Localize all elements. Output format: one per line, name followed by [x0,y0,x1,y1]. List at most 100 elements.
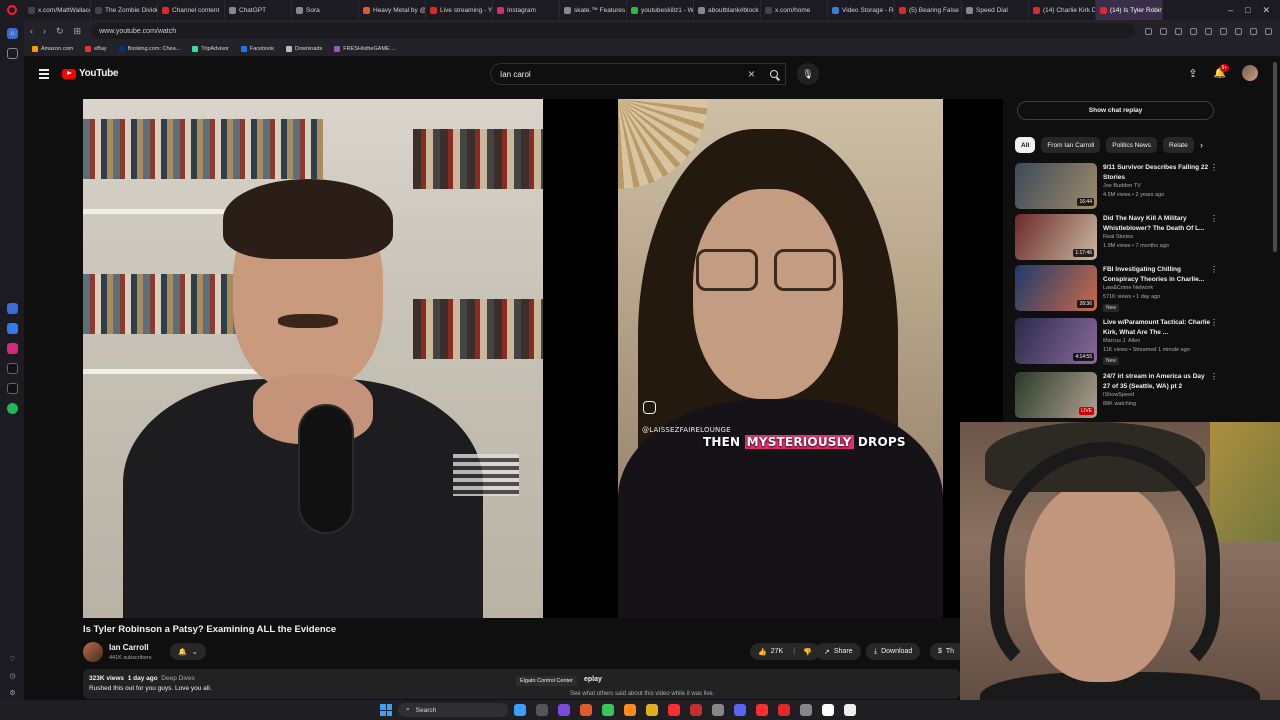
notifications-button[interactable]: 🔔 9+ [1214,63,1230,79]
taskbar-app-icon[interactable] [536,704,548,716]
recommended-channel[interactable]: IShowSpeed [1103,392,1134,398]
bookmark-item[interactable]: eBay [85,46,107,52]
bookmark-item[interactable]: Amazon.com [32,46,73,52]
filter-chip[interactable]: All [1015,137,1036,153]
video-thumbnail[interactable]: 16:44 [1015,163,1097,209]
spotify-icon[interactable] [7,403,18,414]
menu-icon[interactable] [39,69,49,81]
browser-tab[interactable]: Sora [292,0,359,20]
browser-tab[interactable]: Live streaming - Yo [426,0,493,20]
minimize-icon[interactable]: – [1228,5,1233,16]
opera-logo-icon[interactable] [0,0,24,20]
taskbar-app-icon[interactable] [690,704,702,716]
extension-icon[interactable] [1235,27,1242,35]
recommended-video[interactable]: 16:44 9/11 Survivor Describes Falling 22 … [1015,163,1265,211]
thumbs-down-icon[interactable]: 👎 [803,648,812,656]
browser-tab[interactable]: x.com/MattWallace [24,0,91,20]
extension-icon[interactable] [1265,27,1272,35]
browser-tab[interactable]: aboutblank#block [694,0,761,20]
taskbar-app-icon[interactable] [822,704,834,716]
back-icon[interactable]: ‹ [30,26,33,36]
like-button[interactable]: 👍 27K | 👎 [750,643,820,660]
reload-icon[interactable]: ↻ [56,26,64,37]
taskbar-app-icon[interactable] [778,704,790,716]
clear-search-icon[interactable]: × [748,67,755,81]
chevron-right-icon[interactable]: › [1200,140,1203,150]
taskbar-app-icon[interactable] [558,704,570,716]
bookmark-item[interactable]: FRESHistheGAME ... [334,46,396,52]
more-options-icon[interactable]: ⋮ [1210,214,1218,223]
browser-tab[interactable]: Channel content [158,0,225,20]
recommended-title[interactable]: Live w/Paramount Tactical: Charlie Kirk,… [1103,318,1211,337]
bookmark-item[interactable]: Facebook [240,46,274,52]
search-button[interactable] [762,63,786,85]
taskbar-app-icon[interactable] [756,704,768,716]
instagram-icon[interactable] [7,343,18,354]
recommended-title[interactable]: Did The Navy Kill A Military Whistleblow… [1103,214,1211,233]
scrollbar[interactable] [1273,62,1277,252]
recommended-video[interactable]: 28:36 FBI Investigating Chilling Conspira… [1015,265,1265,313]
browser-tab[interactable]: youtubeskillz1 - W [627,0,694,20]
browser-tab[interactable]: Instagram [493,0,560,20]
search-input[interactable]: Ian carol × [490,63,786,85]
browser-tab[interactable]: The Zombie Divide [91,0,158,20]
recommended-channel[interactable]: Marcus J. Allen [1103,338,1140,344]
bookmark-item[interactable]: Downloads [286,46,322,52]
recommended-channel[interactable]: Law&Crime Network [1103,285,1153,291]
taskbar-app-icon[interactable] [602,704,614,716]
browser-tab[interactable]: skate.™ Features [560,0,627,20]
video-thumbnail[interactable]: 1:17:46 [1015,214,1097,260]
taskbar-app-icon[interactable] [624,704,636,716]
browser-tab[interactable]: Video Storage - Re [828,0,895,20]
maximize-icon[interactable]: □ [1245,5,1250,16]
tiktok-icon[interactable] [7,363,18,374]
windows-start-icon[interactable] [380,704,392,716]
taskbar-search[interactable]: ⌕ Search [398,703,508,717]
taskbar-app-icon[interactable] [668,704,680,716]
extension-icon[interactable] [1160,27,1167,35]
recommended-title[interactable]: 9/11 Survivor Describes Falling 22 Stori… [1103,163,1211,182]
browser-tab[interactable]: (5) Bearing False W [895,0,962,20]
url-field[interactable]: www.youtube.com/watch [91,23,1135,39]
browser-tab[interactable]: (14) Is Tyler Robinson [1096,0,1163,20]
account-avatar[interactable] [1242,65,1258,81]
browser-tab[interactable]: Heavy Metal by @ [359,0,426,20]
extension-icon[interactable] [1250,27,1257,35]
video-thumbnail[interactable]: LIVE [1015,372,1097,418]
bookmarks-icon[interactable] [7,48,18,59]
taskbar-app-icon[interactable] [646,704,658,716]
home-icon[interactable]: ⌂ [7,28,18,39]
recommended-channel[interactable]: Real Stories [1103,234,1133,240]
forward-icon[interactable]: › [43,26,46,36]
taskbar-app-icon[interactable] [580,704,592,716]
extension-icon[interactable] [1175,27,1182,35]
channel-avatar[interactable] [83,642,103,662]
browser-tab[interactable]: Speed Dial [962,0,1029,20]
thanks-button[interactable]: $ Th [930,643,960,660]
subscribed-button[interactable]: 🔔 ⌄ [170,643,206,660]
more-options-icon[interactable]: ⋮ [1210,372,1218,381]
extension-icon[interactable] [1205,27,1212,35]
show-chat-replay-button[interactable]: Show chat replay [1017,101,1214,120]
recommended-channel[interactable]: Joe Budden TV [1103,183,1141,189]
more-options-icon[interactable]: ⋮ [1210,265,1218,274]
taskbar-app-icon[interactable] [734,704,746,716]
browser-tab[interactable]: x.com/home [761,0,828,20]
more-options-icon[interactable]: ⋮ [1210,163,1218,172]
browser-tab[interactable]: (14) Charlie Kirk D [1029,0,1096,20]
video-tag[interactable]: Deep Dives [161,675,195,682]
close-window-icon[interactable]: ✕ [1262,5,1270,16]
settings-icon[interactable]: ⚙ [7,687,18,698]
filter-chip[interactable]: Politics News [1106,137,1157,153]
share-button[interactable]: ↗ Share [816,643,861,660]
upload-icon[interactable]: ⇪ [1188,67,1197,80]
recommended-video[interactable]: 4:14:55 Live w/Paramount Tactical: Charli… [1015,318,1265,366]
video-thumbnail[interactable]: 4:14:55 [1015,318,1097,364]
grid-icon[interactable]: ⊞ [74,26,82,37]
x-icon[interactable] [7,383,18,394]
heart-icon[interactable]: ♡ [7,653,18,664]
extension-icon[interactable] [1220,27,1227,35]
taskbar-app-icon[interactable] [712,704,724,716]
extension-icon[interactable] [1190,27,1197,35]
recommended-title[interactable]: 24/7 irl stream in America us Day 27 of … [1103,372,1211,391]
